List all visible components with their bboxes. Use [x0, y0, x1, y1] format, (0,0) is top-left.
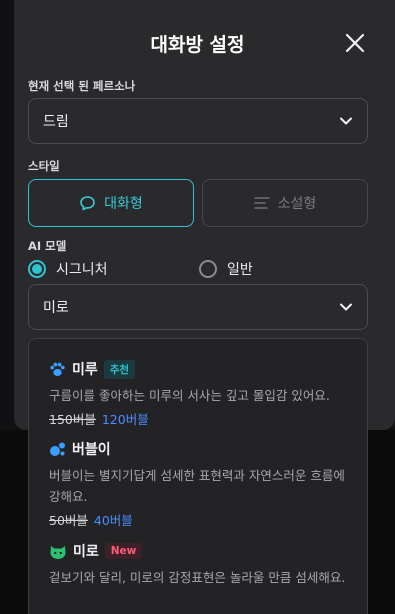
model-dropdown-list: 미루 추천 구름이를 좋아하는 미루의 서사는 깊고 몰입감 있어요. 150버… [28, 338, 368, 614]
radio-signature-dot [28, 260, 46, 278]
modal-title: 대화방 설정 [150, 34, 245, 56]
chevron-down-icon [340, 117, 352, 125]
recommended-badge: 추천 [103, 359, 136, 379]
model-option-miro[interactable]: 미로 New 겉보기와 달리, 미로의 감정표현은 놀라울 만큼 섬세해요. [49, 541, 351, 588]
model-select-value: 미로 [43, 300, 69, 316]
close-button[interactable] [344, 32, 366, 54]
model-name: 미루 [72, 362, 98, 378]
green-cat-icon [50, 545, 66, 559]
style-label: 스타일 [28, 159, 60, 173]
style-chat-button[interactable]: 대화형 [28, 179, 194, 227]
old-price: 50버블 [49, 513, 88, 528]
radio-general-label: 일반 [227, 262, 253, 278]
model-price: 150버블 120버블 [49, 409, 351, 428]
old-price: 150버블 [49, 412, 96, 427]
model-option-bubble[interactable]: 버블이 버블이는 별지기답게 섬세한 표현력과 자연스러운 흐름에 강해요. 5… [49, 439, 351, 529]
chevron-down-icon [340, 303, 352, 311]
new-badge: New [104, 543, 143, 559]
text-lines-icon [253, 197, 270, 209]
persona-value: 드림 [43, 114, 69, 130]
model-select[interactable]: 미로 [28, 284, 368, 330]
radio-signature[interactable]: 시그니처 [28, 259, 108, 279]
model-price: 50버블 40버블 [49, 510, 351, 529]
chat-bubble-icon [80, 195, 95, 210]
bubbles-icon [50, 442, 65, 456]
paw-icon [50, 362, 65, 376]
model-name: 버블이 [72, 442, 111, 458]
persona-select[interactable]: 드림 [28, 98, 368, 144]
radio-general[interactable]: 일반 [199, 259, 253, 279]
radio-signature-label: 시그니처 [56, 262, 108, 278]
model-name: 미로 [73, 544, 99, 560]
ai-model-label: AI 모델 [28, 239, 67, 253]
style-chat-label: 대화형 [104, 196, 143, 212]
model-description: 겉보기와 달리, 미로의 감정표현은 놀라울 만큼 섬세해요. [49, 570, 346, 585]
model-description: 구름이를 좋아하는 미루의 서사는 깊고 몰입감 있어요. [49, 388, 330, 403]
model-option-miru[interactable]: 미루 추천 구름이를 좋아하는 미루의 서사는 깊고 몰입감 있어요. 150버… [49, 359, 351, 428]
persona-label: 현재 선택 된 페르소나 [28, 79, 136, 93]
style-novel-label: 소설형 [277, 196, 317, 212]
close-icon [345, 33, 365, 53]
current-price: 40버블 [93, 513, 133, 528]
current-price: 120버블 [101, 412, 149, 427]
radio-general-dot [199, 260, 217, 278]
model-tier-radios: 시그니처 일반 [28, 259, 368, 279]
style-novel-button[interactable]: 소설형 [202, 179, 368, 227]
model-description: 버블이는 별지기답게 섬세한 표현력과 자연스러운 흐름에 강해요. [49, 468, 345, 504]
